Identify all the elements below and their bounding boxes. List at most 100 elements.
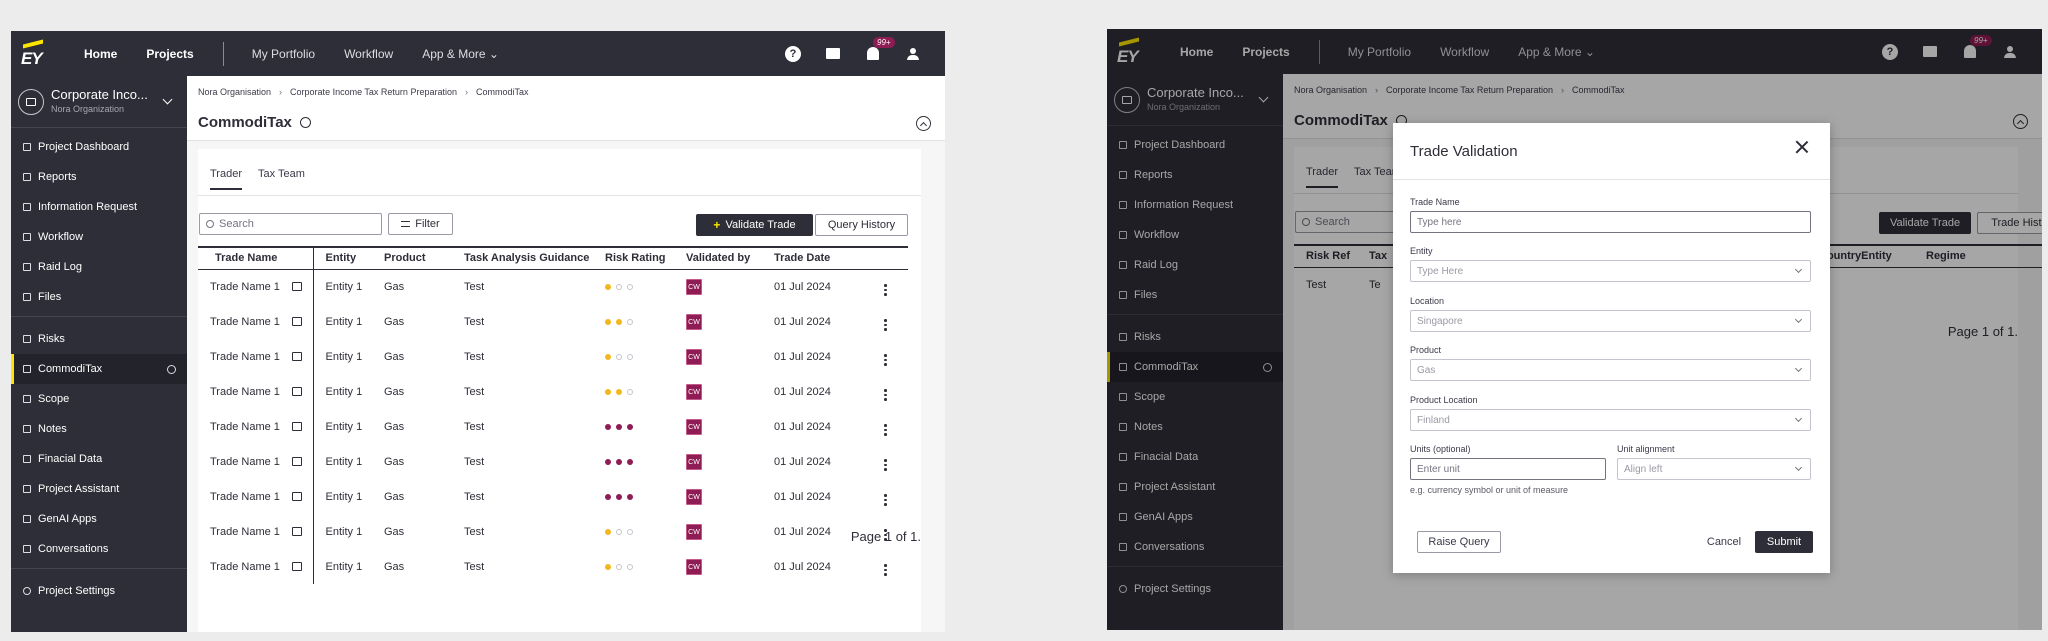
query-history-button[interactable]: Query History [815,214,908,236]
submit-button[interactable]: Submit [1755,531,1813,553]
help-icon[interactable]: ? [785,45,801,62]
column-header[interactable]: Entity [313,246,372,270]
table-row[interactable]: Trade Name 1 Entity 1 Gas Test CW 01 Jul 2024 [198,479,908,514]
tab-tax-team[interactable]: Tax Team [258,168,305,190]
risk-dot [627,563,633,570]
chevron-down-icon [1794,414,1803,423]
add-to-list-icon[interactable] [291,282,302,292]
table-row[interactable]: Trade Name 1 Entity 1 Gas Test CW 01 Jul 2024 [198,549,908,584]
kebab-menu-icon[interactable] [884,564,887,576]
sidebar-item-project-settings[interactable]: Project Settings [11,576,187,606]
sidebar-item-genai-apps[interactable]: GenAI Apps [11,504,187,534]
unit-alignment-select[interactable]: Align left [1617,458,1811,480]
product-cell: Gas [384,420,405,433]
add-to-list-icon[interactable] [291,387,302,397]
column-header[interactable]: Risk Rating [593,246,674,270]
kebab-menu-icon[interactable] [884,424,887,436]
risk-dot [627,283,633,290]
chat-icon[interactable] [825,46,841,62]
table-header-row: Trade Name Entity Product Task Analysis … [198,246,908,270]
sidebar-item-conversations[interactable]: Conversations [11,534,187,564]
table-row[interactable]: Trade Name 1 Entity 1 Gas Test CW 01 Jul 2024 [198,409,908,444]
row-menu[interactable] [872,269,908,304]
nav-app-more[interactable]: App & More ⌄ [422,47,499,61]
kebab-menu-icon[interactable] [884,354,887,366]
user-profile-icon[interactable] [905,46,921,62]
sidebar-item-notes[interactable]: Notes [11,414,187,444]
chevron-down-icon [1794,364,1803,373]
chevron-down-icon[interactable] [162,94,173,105]
product-location-label: Product Location [1410,395,1478,405]
breadcrumb-item[interactable]: Nora Organisation [198,87,271,97]
entity-select[interactable]: Type Here [1410,260,1811,282]
kebab-menu-icon[interactable] [884,284,887,296]
sidebar-item-commoditax[interactable]: CommodiTax [11,354,187,384]
kebab-menu-icon[interactable] [884,389,887,401]
nav-projects[interactable]: Projects [146,47,193,61]
kebab-menu-icon[interactable] [884,494,887,506]
raise-query-button[interactable]: Raise Query [1417,531,1501,553]
product-location-select[interactable]: Finland [1410,409,1811,431]
sidebar-item-risks[interactable]: Risks [11,324,187,354]
column-header[interactable]: Trade Name [198,246,314,270]
column-header[interactable]: Validated by [674,246,762,270]
nav-my-portfolio[interactable]: My Portfolio [252,47,315,61]
add-to-list-icon[interactable] [291,422,302,432]
sidebar-item-finacial-data[interactable]: Finacial Data [11,444,187,474]
sidebar-item-project-dashboard[interactable]: Project Dashboard [11,132,187,162]
row-menu[interactable] [872,479,908,514]
guidance-cell: Test [464,420,485,433]
sidebar-item-reports[interactable]: Reports [11,162,187,192]
row-menu[interactable] [872,549,908,584]
filter-button[interactable]: Filter [388,213,453,235]
column-header[interactable]: Product [372,246,452,270]
row-menu[interactable] [872,339,908,374]
add-to-list-icon[interactable] [291,527,302,537]
row-menu[interactable] [872,409,908,444]
risk-dot [616,458,622,465]
add-to-list-icon[interactable] [291,352,302,362]
nav-divider [222,41,224,66]
sidebar-item-workflow[interactable]: Workflow [11,222,187,252]
sidebar-item-project-assistant[interactable]: Project Assistant [11,474,187,504]
sidebar-item-files[interactable]: Files [11,282,187,312]
add-to-list-icon[interactable] [291,457,302,467]
kebab-menu-icon[interactable] [884,459,887,471]
sidebar-item-scope[interactable]: Scope [11,384,187,414]
risk-rating-cell [593,409,674,444]
cancel-button[interactable]: Cancel [1699,531,1749,553]
add-to-list-icon[interactable] [291,562,302,572]
risk-dot [616,283,622,290]
tab-trader[interactable]: Trader [210,168,242,190]
nav-home[interactable]: Home [84,47,117,61]
close-icon[interactable] [1794,139,1810,155]
ey-logo[interactable]: EY [11,31,55,76]
table-row[interactable]: Trade Name 1 Entity 1 Gas Test CW 01 Jul 2024 [198,444,908,479]
notification-bell-icon[interactable]: 99+ [865,36,895,62]
search-input[interactable]: Search [199,213,382,235]
column-header[interactable]: Trade Date [762,246,872,270]
row-menu[interactable] [872,304,908,339]
table-row[interactable]: Trade Name 1 Entity 1 Gas Test CW 01 Jul 2024 [198,374,908,409]
validate-trade-button[interactable]: + Validate Trade [696,214,813,236]
nav-workflow[interactable]: Workflow [344,47,393,61]
row-menu[interactable] [872,444,908,479]
row-menu[interactable] [872,374,908,409]
location-select[interactable]: Singapore [1410,310,1811,332]
trade-name-input[interactable]: Type here [1410,211,1811,233]
add-to-list-icon[interactable] [291,317,302,327]
collapse-up-icon[interactable] [916,116,931,131]
table-row[interactable]: Trade Name 1 Entity 1 Gas Test CW 01 Jul 2024 [198,269,908,304]
table-row[interactable]: Trade Name 1 Entity 1 Gas Test CW 01 Jul 2024 [198,304,908,339]
product-select[interactable]: Gas [1410,359,1811,381]
table-row[interactable]: Trade Name 1 Entity 1 Gas Test CW 01 Jul 2024 [198,339,908,374]
kebab-menu-icon[interactable] [884,319,887,331]
units-input[interactable]: Enter unit [1410,458,1606,480]
sidebar-item-raid-log[interactable]: Raid Log [11,252,187,282]
add-to-list-icon[interactable] [291,492,302,502]
sidebar-item-information-request[interactable]: Information Request [11,192,187,222]
column-header[interactable]: Task Analysis Guidance [452,246,593,270]
breadcrumb-item[interactable]: Corporate Income Tax Return Preparation [290,87,457,97]
project-selector[interactable]: Corporate Inco... Nora Organization [11,76,187,128]
table-row[interactable]: Trade Name 1 Entity 1 Gas Test CW 01 Jul 2024 [198,514,908,549]
